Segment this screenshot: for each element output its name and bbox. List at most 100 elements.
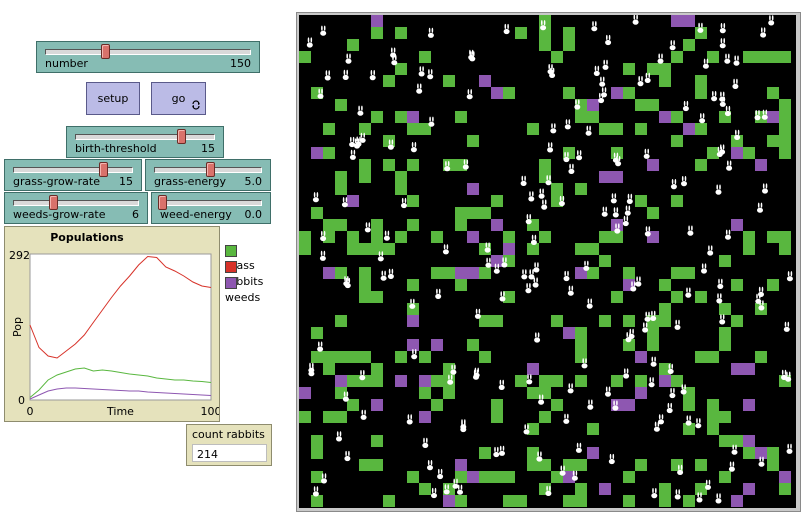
grass-patch bbox=[671, 195, 683, 207]
grass-patch bbox=[371, 435, 383, 447]
grass-patch bbox=[611, 123, 623, 135]
grass-patch bbox=[503, 471, 515, 483]
grass-patch bbox=[371, 27, 383, 39]
grass-patch bbox=[479, 447, 491, 459]
grass-grow-rate-slider[interactable]: grass-grow-rate 15 bbox=[4, 159, 142, 191]
grass-patch bbox=[575, 243, 587, 255]
grass-patch bbox=[491, 315, 503, 327]
weeds-grow-rate-slider-label: weeds-grow-rate bbox=[13, 208, 106, 221]
grass-energy-slider[interactable]: grass-energy 5.0 bbox=[145, 159, 271, 191]
legend-label-weeds: weeds bbox=[225, 291, 261, 304]
grass-patch bbox=[731, 315, 743, 327]
legend-weeds: weeds bbox=[225, 277, 260, 304]
x-axis-label: Time bbox=[106, 405, 134, 418]
y-min-tick-label: 0 bbox=[18, 394, 25, 407]
weeds-patch bbox=[731, 363, 743, 375]
world-view[interactable] bbox=[299, 15, 796, 508]
grass-patch bbox=[491, 195, 503, 207]
weeds-patch bbox=[431, 339, 443, 351]
grass-patch bbox=[419, 483, 431, 495]
weeds-patch bbox=[407, 315, 419, 327]
number-slider-thumb[interactable] bbox=[101, 44, 110, 59]
grass-patch bbox=[635, 195, 647, 207]
grass-patch bbox=[431, 399, 443, 411]
birth-threshold-slider-thumb[interactable] bbox=[177, 129, 186, 144]
weeds-patch bbox=[335, 375, 347, 387]
grass-grow-rate-slider-label: grass-grow-rate bbox=[13, 175, 100, 188]
grass-grow-rate-slider-thumb[interactable] bbox=[99, 162, 108, 177]
grass-patch bbox=[503, 495, 515, 507]
grass-patch bbox=[671, 111, 683, 123]
grass-patch bbox=[539, 39, 551, 51]
grass-patch bbox=[599, 231, 611, 243]
grass-patch bbox=[455, 219, 467, 231]
grass-patch bbox=[491, 399, 503, 411]
weeds-grow-rate-slider[interactable]: weeds-grow-rate 6 bbox=[4, 192, 148, 224]
grass-patch bbox=[683, 267, 695, 279]
grass-patch bbox=[659, 315, 671, 327]
grass-patch bbox=[395, 111, 407, 123]
weeds-patch bbox=[683, 15, 695, 27]
grass-patch bbox=[683, 399, 695, 411]
go-button[interactable]: go bbox=[151, 82, 206, 115]
weeds-patch bbox=[467, 471, 479, 483]
weeds-patch bbox=[731, 147, 743, 159]
grass-patch bbox=[659, 495, 671, 507]
grass-grow-rate-slider-value: 15 bbox=[119, 175, 133, 188]
grass-patch bbox=[695, 87, 707, 99]
grass-patch bbox=[671, 135, 683, 147]
grass-patch bbox=[359, 171, 371, 183]
grass-patch bbox=[407, 159, 419, 171]
weeds-patch bbox=[323, 267, 335, 279]
grass-patch bbox=[695, 459, 707, 471]
grass-patch bbox=[311, 435, 323, 447]
grass-patch bbox=[527, 459, 539, 471]
birth-threshold-slider[interactable]: birth-threshold 15 bbox=[66, 126, 224, 158]
grass-patch bbox=[299, 243, 311, 255]
grass-patch bbox=[575, 351, 587, 363]
grass-patch bbox=[575, 327, 587, 339]
weeds-patch bbox=[635, 387, 647, 399]
grass-patch bbox=[503, 87, 515, 99]
number-slider[interactable]: number 150 bbox=[36, 41, 260, 73]
grass-patch bbox=[779, 99, 791, 111]
grass-patch bbox=[527, 447, 539, 459]
grass-patch bbox=[383, 159, 395, 171]
grass-patch bbox=[443, 75, 455, 87]
grass-patch bbox=[479, 351, 491, 363]
grass-patch bbox=[407, 123, 419, 135]
weeds-patch bbox=[371, 15, 383, 27]
grass-patch bbox=[455, 207, 467, 219]
weeds-patch bbox=[731, 495, 743, 507]
grass-patch bbox=[755, 51, 767, 63]
grass-patch bbox=[335, 183, 347, 195]
grass-patch bbox=[563, 87, 575, 99]
grass-grow-rate-slider-track bbox=[13, 167, 133, 173]
grass-patch bbox=[347, 375, 359, 387]
grass-patch bbox=[479, 207, 491, 219]
grass-patch bbox=[731, 279, 743, 291]
grass-patch bbox=[467, 135, 479, 147]
grass-patch bbox=[575, 111, 587, 123]
weeds-patch bbox=[755, 159, 767, 171]
grass-patch bbox=[383, 495, 395, 507]
weeds-grow-rate-slider-value: 6 bbox=[132, 208, 139, 221]
grass-patch bbox=[335, 171, 347, 183]
grass-patch bbox=[671, 51, 683, 63]
grass-patch bbox=[755, 351, 767, 363]
weeds-patch bbox=[623, 399, 635, 411]
weeds-patch bbox=[299, 387, 311, 399]
weed-energy-slider[interactable]: weed-energy 0.0 bbox=[151, 192, 271, 224]
grass-patch bbox=[623, 63, 635, 75]
grass-patch bbox=[335, 351, 347, 363]
grass-patch bbox=[311, 495, 323, 507]
grass-patch bbox=[371, 291, 383, 303]
grass-patch bbox=[371, 459, 383, 471]
grass-patch bbox=[539, 231, 551, 243]
weed-energy-slider-label: weed-energy bbox=[160, 208, 232, 221]
grass-patch bbox=[563, 27, 575, 39]
birth-threshold-slider-label: birth-threshold bbox=[75, 142, 157, 155]
grass-patch bbox=[407, 219, 419, 231]
setup-button[interactable]: setup bbox=[86, 82, 140, 115]
grass-patch bbox=[359, 267, 371, 279]
